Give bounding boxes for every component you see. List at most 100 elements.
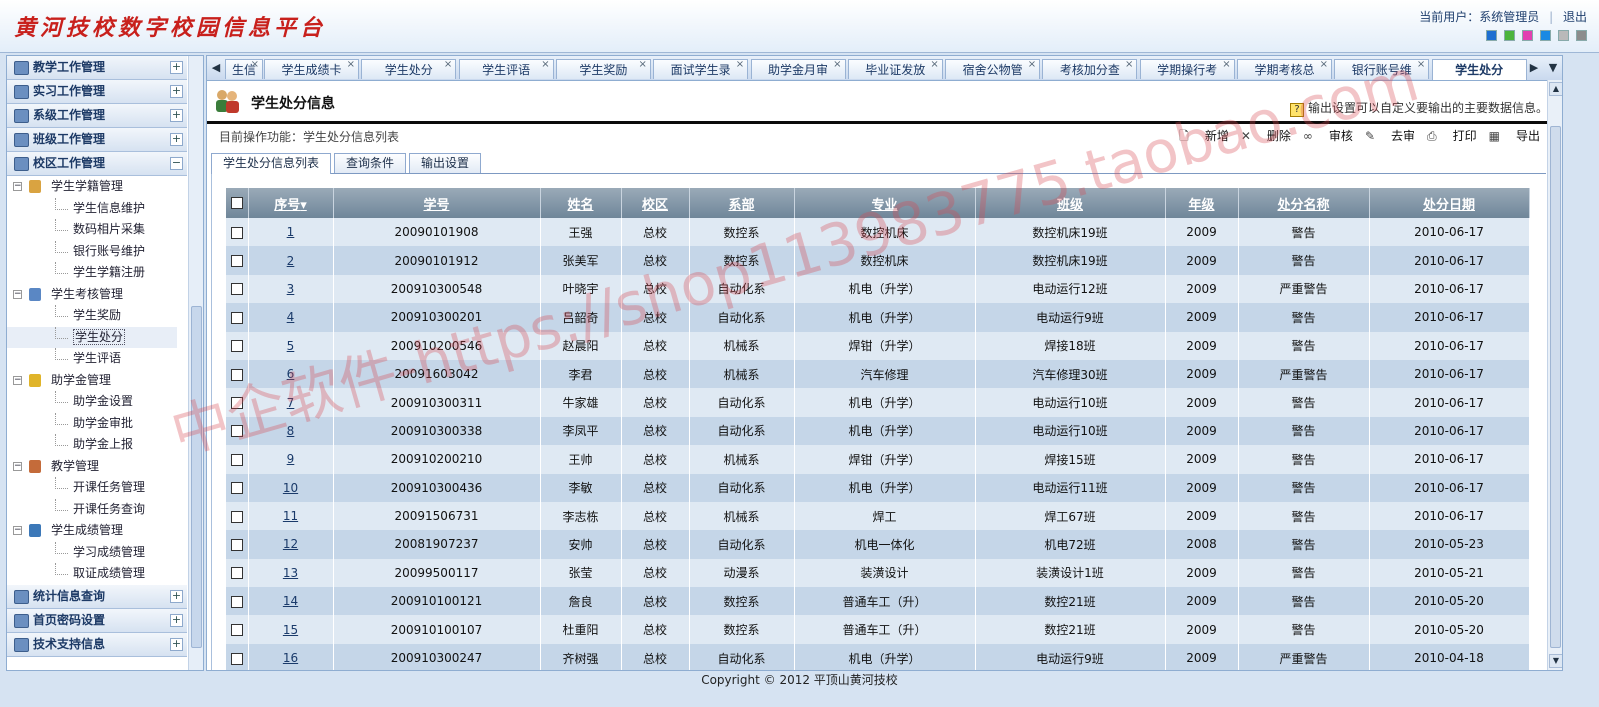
expand-toggle-icon[interactable]: + [170, 589, 183, 603]
skin-swatch-5[interactable] [1558, 30, 1569, 41]
print-button[interactable]: ⎙ 打印 [1427, 129, 1477, 143]
tab-close-icon[interactable]: × [1125, 56, 1133, 75]
tab-close-icon[interactable]: × [444, 56, 452, 75]
column-header-5[interactable]: 专业 [794, 188, 976, 218]
column-header-1[interactable]: 学号 [333, 188, 541, 218]
table-row[interactable]: 8 200910300338 李凤平 总校 自动化系 机电（升学） 电动运行10班 2009 警… [226, 416, 1530, 446]
cell-序号[interactable]: 12 [248, 530, 334, 559]
page-tab-12[interactable]: 银行账号维 × [1334, 59, 1430, 79]
collapse-toggle-icon[interactable]: − [13, 182, 22, 191]
sidebar-scrollbar[interactable] [188, 56, 203, 670]
page-tab-7[interactable]: 毕业证发放 × [847, 59, 943, 79]
row-checkbox[interactable] [230, 453, 243, 466]
row-checkbox-cell[interactable] [226, 246, 249, 275]
tree-leaf-2-0[interactable]: 助学金设置 [7, 391, 177, 413]
table-row[interactable]: 1 20090101908 王强 总校 数控系 数控机床 数控机床19班 2009 警告 2010… [226, 218, 1530, 247]
select-all-cell[interactable] [226, 188, 249, 218]
new-doc-button[interactable]: 🗋 新增 [1179, 129, 1229, 143]
scroll-up-icon[interactable]: ▲ [1549, 82, 1562, 96]
collapse-toggle-icon[interactable]: − [13, 461, 22, 471]
row-checkbox-cell[interactable] [226, 558, 249, 588]
logout-link[interactable]: 退出 [1563, 10, 1587, 24]
tree-leaf-4-0[interactable]: 学习成绩管理 [7, 541, 177, 564]
page-tab-5[interactable]: 面试学生录 × [653, 59, 749, 79]
row-checkbox-cell[interactable] [226, 303, 249, 332]
cell-序号[interactable]: 2 [248, 246, 334, 275]
row-checkbox[interactable] [230, 538, 243, 551]
sub-tab-1[interactable]: 查询条件 [334, 153, 407, 173]
tab-close-icon[interactable]: × [251, 56, 259, 75]
cell-序号[interactable]: 3 [248, 274, 334, 304]
skin-swatch-2[interactable] [1504, 30, 1515, 41]
row-checkbox[interactable] [230, 567, 243, 580]
tab-close-icon[interactable]: × [930, 56, 938, 75]
tab-close-icon[interactable]: × [541, 56, 549, 75]
tab-close-icon[interactable]: × [833, 56, 841, 75]
skin-swatch-6[interactable] [1576, 30, 1587, 41]
row-checkbox[interactable] [230, 397, 243, 410]
column-header-2[interactable]: 姓名 [540, 188, 622, 218]
page-tab-6[interactable]: 助学金月审 × [750, 59, 846, 79]
cell-序号[interactable]: 15 [248, 615, 334, 644]
page-tab-2[interactable]: 学生处分 × [361, 59, 457, 79]
expand-toggle-icon[interactable]: + [170, 109, 183, 122]
expand-toggle-icon[interactable]: + [170, 85, 183, 98]
row-checkbox[interactable] [230, 510, 243, 523]
cell-序号[interactable]: 10 [248, 473, 334, 502]
tab-close-icon[interactable]: × [1320, 56, 1328, 75]
delete-button[interactable]: ✕ 删除 [1241, 129, 1291, 143]
cell-序号[interactable]: 11 [248, 501, 334, 531]
tree-leaf-4-1[interactable]: 取证成绩管理 [7, 563, 177, 585]
sidebar-group-top-4[interactable]: 校区工作管理 − [7, 152, 187, 176]
page-tab-4[interactable]: 学生奖励 × [555, 59, 651, 79]
row-checkbox[interactable] [230, 311, 243, 324]
tree-leaf-3-1[interactable]: 开课任务查询 [7, 498, 177, 521]
cell-序号[interactable]: 9 [248, 445, 334, 474]
sort-arrow-icon[interactable]: ▾ [300, 198, 307, 213]
column-header-6[interactable]: 班级 [975, 188, 1166, 218]
tab-close-icon[interactable]: × [1222, 56, 1230, 75]
row-checkbox-cell[interactable] [226, 388, 249, 417]
table-row[interactable]: 7 200910300311 牛家雄 总校 自动化系 机电（升学） 电动运行10班 2009 警… [226, 388, 1530, 417]
cell-序号[interactable]: 14 [248, 587, 334, 616]
row-checkbox-cell[interactable] [226, 615, 249, 644]
cell-序号[interactable]: 6 [248, 359, 334, 389]
table-row[interactable]: 4 200910300201 吕韶奇 总校 自动化系 机电（升学） 电动运行9班 2009 警告… [226, 303, 1530, 332]
tree-leaf-0-3[interactable]: 学生学籍注册 [7, 262, 177, 284]
page-tab-3[interactable]: 学生评语 × [458, 59, 554, 79]
sub-tab-2[interactable]: 输出设置 [409, 153, 482, 173]
tab-close-icon[interactable]: × [347, 56, 355, 75]
page-tab-10[interactable]: 学期操行考 × [1139, 59, 1235, 79]
row-checkbox[interactable] [230, 283, 243, 296]
cell-序号[interactable]: 4 [248, 303, 334, 332]
row-checkbox-cell[interactable] [226, 445, 249, 474]
sub-tab-0[interactable]: 学生处分信息列表 [211, 153, 332, 174]
page-tab-13[interactable]: 学生处分 [1431, 59, 1527, 80]
row-checkbox[interactable] [230, 425, 243, 438]
column-header-3[interactable]: 校区 [621, 188, 690, 218]
table-row[interactable]: 15 200910100107 杜重阳 总校 数控系 普通车工（升） 数控21班 2009 警告… [226, 615, 1530, 644]
page-tab-8[interactable]: 宿舍公物管 × [945, 59, 1041, 79]
column-header-9[interactable]: 处分日期 [1369, 188, 1530, 218]
column-header-8[interactable]: 处分名称 [1238, 188, 1370, 218]
column-header-4[interactable]: 系部 [689, 188, 795, 218]
tab-list-dropdown-icon[interactable]: ▼ [1544, 56, 1562, 80]
table-row[interactable]: 2 20090101912 张美军 总校 数控系 数控机床 数控机床19班 2009 警告 201… [226, 246, 1530, 275]
table-row[interactable]: 3 200910300548 叶晓宇 总校 自动化系 机电（升学） 电动运行12班 2009 严… [226, 274, 1530, 304]
row-checkbox-cell[interactable] [226, 587, 249, 616]
row-checkbox-cell[interactable] [226, 274, 249, 304]
tab-scroll-right-icon[interactable]: ▶ [1525, 56, 1543, 80]
row-checkbox-cell[interactable] [226, 501, 249, 531]
row-checkbox[interactable] [230, 255, 243, 268]
expand-toggle-icon[interactable]: + [170, 637, 183, 651]
tree-leaf-0-0[interactable]: 学生信息维护 [7, 197, 177, 220]
row-checkbox[interactable] [230, 624, 243, 637]
table-row[interactable]: 10 200910300436 李敏 总校 自动化系 机电（升学） 电动运行11班 2009 警… [226, 473, 1530, 502]
tree-leaf-3-0[interactable]: 开课任务管理 [7, 477, 177, 499]
table-row[interactable]: 5 200910200546 赵晨阳 总校 机械系 焊钳（升学） 焊接18班 2009 警告 20… [226, 331, 1530, 360]
row-checkbox-cell[interactable] [226, 359, 249, 389]
sidebar-scroll-thumb[interactable] [191, 306, 202, 648]
row-checkbox-cell[interactable] [226, 416, 249, 446]
tab-close-icon[interactable]: × [736, 56, 744, 75]
expand-toggle-icon[interactable]: + [170, 61, 183, 74]
